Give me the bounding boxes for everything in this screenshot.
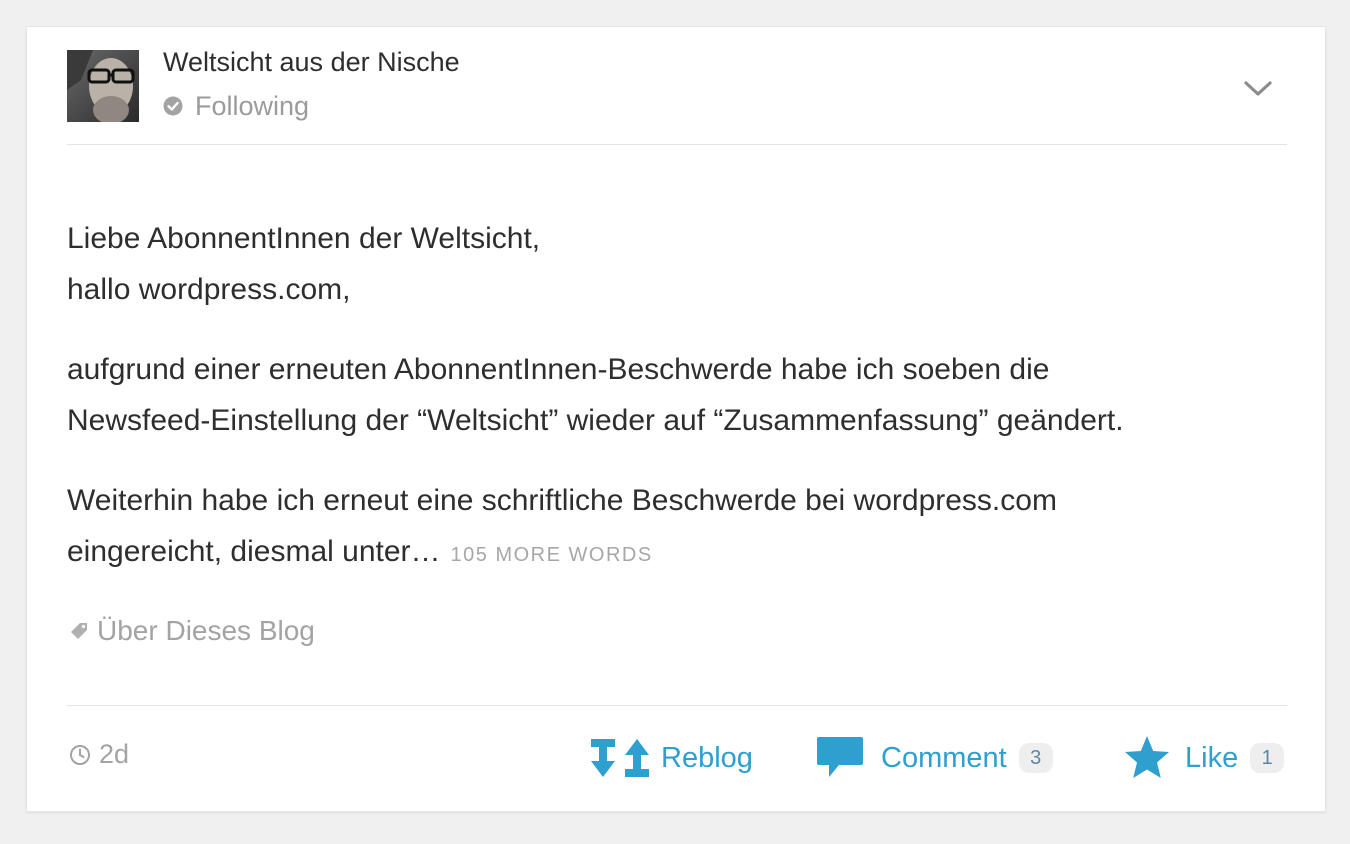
like-label: Like <box>1185 741 1239 774</box>
post-excerpt[interactable]: Liebe AbonnentInnen der Weltsicht, hallo… <box>67 213 1287 610</box>
paragraph: Weiterhin habe ich erneut eine schriftli… <box>67 475 1287 581</box>
comment-count-badge: 3 <box>1018 743 1053 773</box>
comment-button[interactable]: Comment 3 <box>815 732 1053 784</box>
text-line: eingereicht, diesmal unter… <box>67 535 441 568</box>
tag-label: Über Dieses Blog <box>97 615 315 646</box>
reblog-icon <box>591 739 649 777</box>
clock-icon <box>70 744 90 765</box>
like-button[interactable]: Like 1 <box>1123 732 1285 784</box>
tag-icon <box>71 623 87 639</box>
post-age-label: 2d <box>99 739 130 769</box>
follow-label: Following <box>195 90 310 121</box>
avatar[interactable] <box>67 50 139 122</box>
chevron-down-icon[interactable] <box>1243 77 1273 99</box>
check-circle-icon <box>163 96 183 116</box>
paragraph: aufgrund einer erneuten AbonnentInnen-Be… <box>67 344 1287 446</box>
post-age[interactable]: 2d <box>69 739 129 770</box>
more-words-link[interactable]: 105 MORE WORDS <box>451 544 653 566</box>
post-card: Weltsicht aus der Nische Following Liebe… <box>26 26 1326 812</box>
paragraph: Liebe AbonnentInnen der Weltsicht, hallo… <box>67 213 1287 315</box>
text-line: Liebe AbonnentInnen der Weltsicht, <box>67 222 541 255</box>
blog-name[interactable]: Weltsicht aus der Nische <box>163 47 460 78</box>
post-tag[interactable]: Über Dieses Blog <box>69 615 315 647</box>
follow-status[interactable]: Following <box>163 89 309 123</box>
text-line: Newsfeed-Einstellung der “Weltsicht” wie… <box>67 404 1124 437</box>
comment-bubble-icon <box>817 737 863 777</box>
text-line: Weiterhin habe ich erneut eine schriftli… <box>67 484 1057 517</box>
post-header: Weltsicht aus der Nische Following <box>67 27 1287 145</box>
reblog-button[interactable]: Reblog <box>587 732 753 784</box>
text-line: aufgrund einer erneuten AbonnentInnen-Be… <box>67 353 1050 386</box>
star-icon <box>1125 736 1169 778</box>
text-line: hallo wordpress.com, <box>67 273 351 306</box>
like-count-badge: 1 <box>1250 743 1285 773</box>
reblog-label: Reblog <box>661 741 753 774</box>
divider <box>67 705 1287 706</box>
comment-label: Comment <box>881 741 1007 774</box>
